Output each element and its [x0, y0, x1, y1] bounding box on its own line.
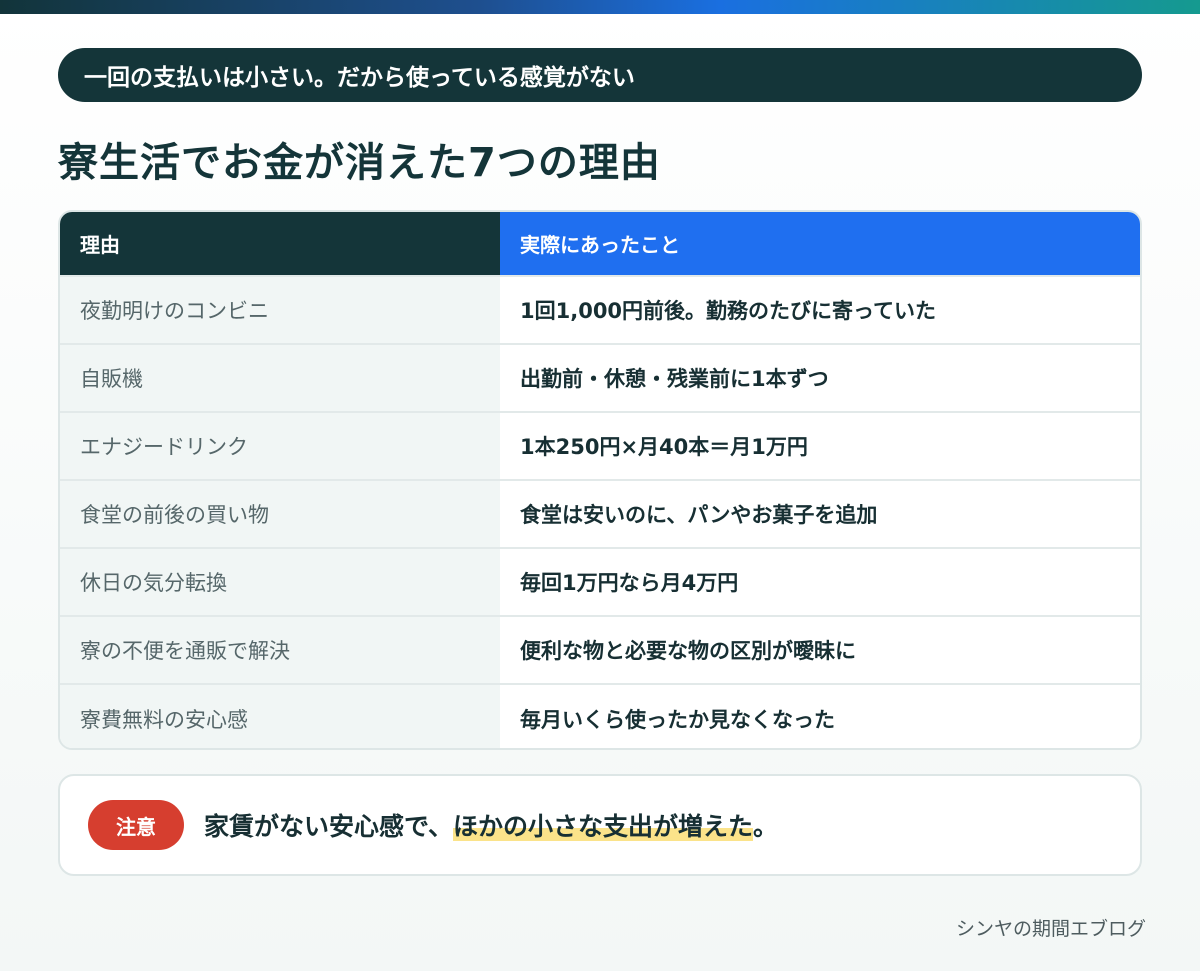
- actual-cell: 1回1,000円前後。勤務のたびに寄っていた: [500, 275, 1140, 344]
- caution-badge: 注意: [88, 800, 184, 850]
- footer-credit: シンヤの期間エブログ: [955, 918, 1146, 940]
- reason-cell: 寮費無料の安心感: [60, 683, 500, 748]
- reason-cell: 夜勤明けのコンビニ: [60, 275, 500, 344]
- top-gradient-bar: [0, 0, 1200, 14]
- column-header-reason: 理由: [60, 212, 500, 276]
- tagline-banner: 一回の支払いは小さい。だから使っている感覚がない: [58, 48, 1142, 102]
- caution-text-highlight: ほかの小さな支出が増えた: [453, 812, 754, 841]
- actual-cell: 1本250円×月40本＝月1万円: [500, 411, 1140, 480]
- reason-cell: 寮の不便を通販で解決: [60, 615, 500, 684]
- reason-cell: エナジードリンク: [60, 411, 500, 480]
- caution-text: 家賃がない安心感で、ほかの小さな支出が増えた。: [204, 807, 778, 843]
- table-row: 休日の気分転換 毎回1万円なら月4万円: [60, 547, 1140, 616]
- caution-text-lead: 家賃がない安心感で、: [204, 812, 454, 841]
- actual-cell: 出勤前・休憩・残業前に1本ずつ: [500, 343, 1140, 412]
- caution-text-end: 。: [753, 812, 779, 841]
- table-header-row: 理由 実際にあったこと: [60, 212, 1140, 276]
- reason-cell: 自販機: [60, 343, 500, 412]
- column-header-actual: 実際にあったこと: [500, 212, 1140, 276]
- reasons-table: 理由 実際にあったこと 夜勤明けのコンビニ 1回1,000円前後。勤務のたびに寄…: [58, 210, 1142, 750]
- actual-cell: 毎月いくら使ったか見なくなった: [500, 683, 1140, 748]
- table-row: 夜勤明けのコンビニ 1回1,000円前後。勤務のたびに寄っていた: [60, 275, 1140, 344]
- table-row: エナジードリンク 1本250円×月40本＝月1万円: [60, 411, 1140, 480]
- table-row: 寮費無料の安心感 毎月いくら使ったか見なくなった: [60, 683, 1140, 748]
- page-title: 寮生活でお金が消えた7つの理由: [58, 140, 661, 186]
- reason-cell: 休日の気分転換: [60, 547, 500, 616]
- table-row: 自販機 出勤前・休憩・残業前に1本ずつ: [60, 343, 1140, 412]
- table-row: 寮の不便を通販で解決 便利な物と必要な物の区別が曖昧に: [60, 615, 1140, 684]
- table-row: 食堂の前後の買い物 食堂は安いのに、パンやお菓子を追加: [60, 479, 1140, 548]
- actual-cell: 毎回1万円なら月4万円: [500, 547, 1140, 616]
- reason-cell: 食堂の前後の買い物: [60, 479, 500, 548]
- actual-cell: 便利な物と必要な物の区別が曖昧に: [500, 615, 1140, 684]
- caution-note: 注意 家賃がない安心感で、ほかの小さな支出が増えた。: [58, 774, 1142, 876]
- actual-cell: 食堂は安いのに、パンやお菓子を追加: [500, 479, 1140, 548]
- tagline-text: 一回の支払いは小さい。だから使っている感覚がない: [84, 65, 635, 91]
